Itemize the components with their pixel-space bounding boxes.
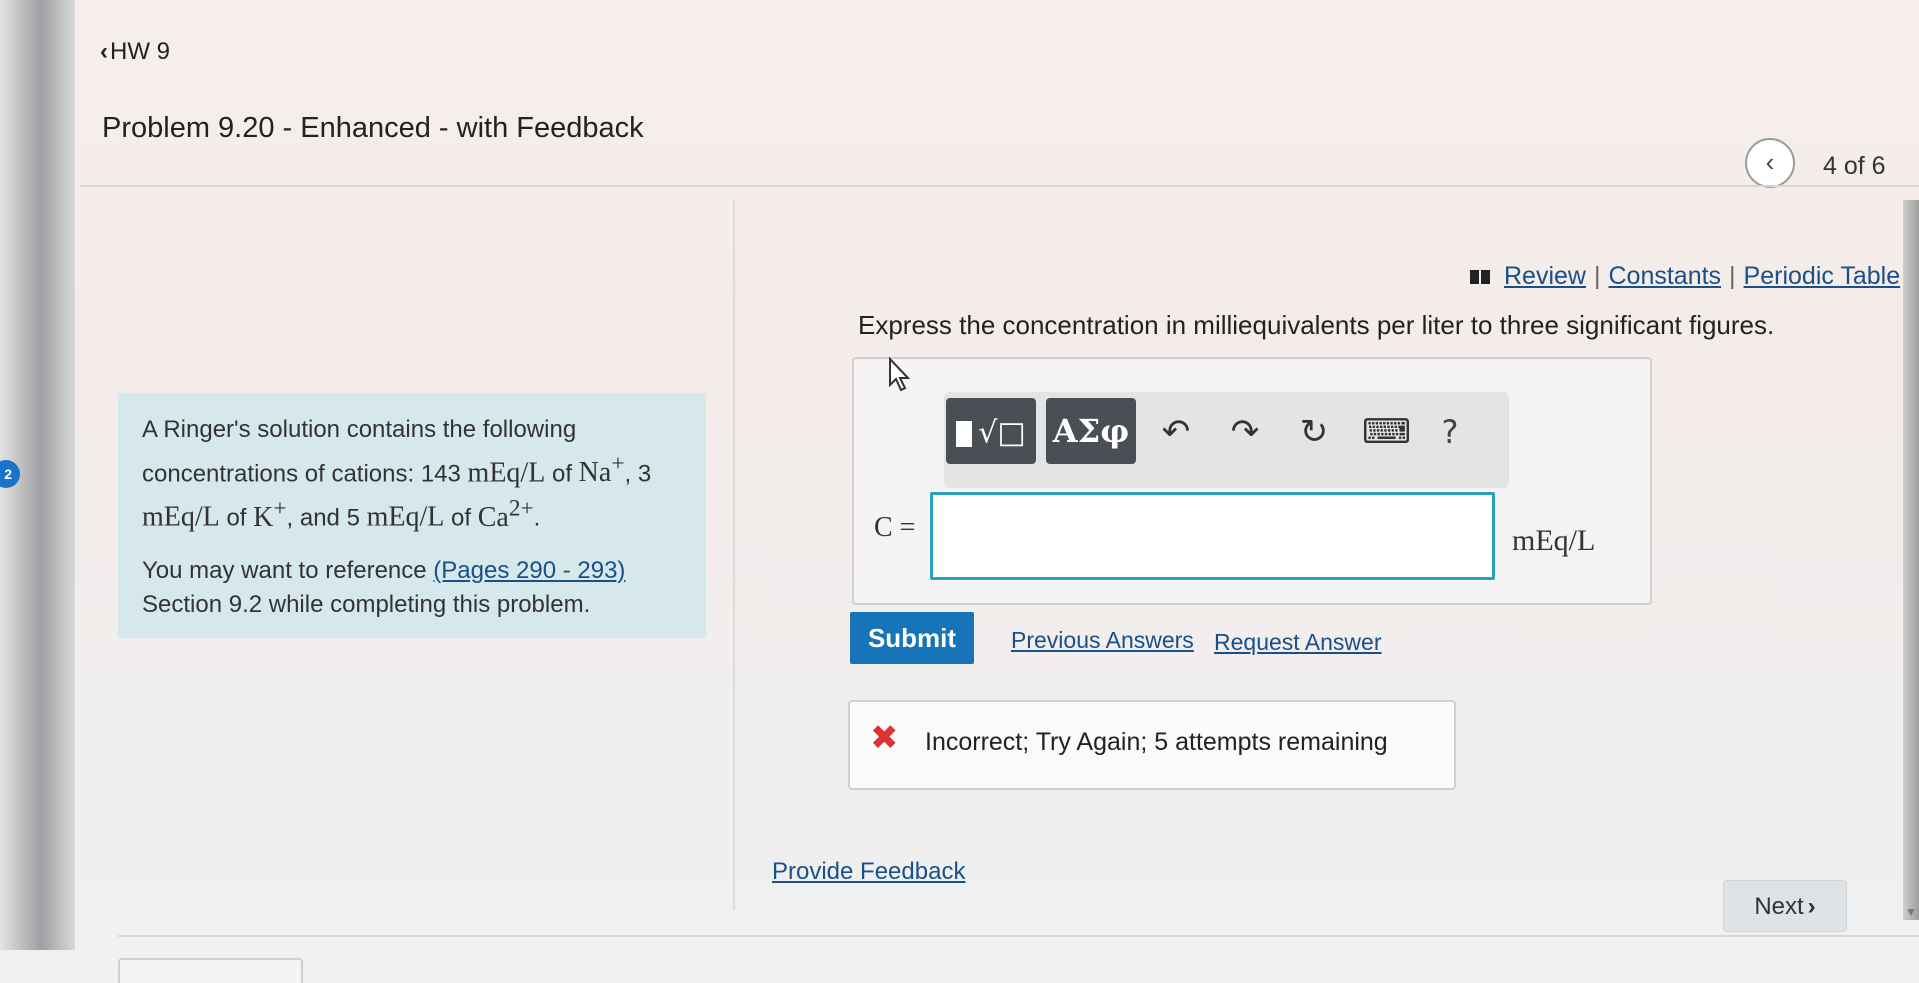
template-button[interactable]: √□ — [946, 398, 1036, 464]
book-icon — [1470, 270, 1490, 285]
mouse-cursor-icon — [889, 357, 911, 392]
reset-icon[interactable]: ↻ — [1294, 412, 1334, 452]
scroll-down-icon[interactable]: ▼ — [1903, 905, 1919, 921]
review-link[interactable]: Review — [1504, 262, 1586, 290]
keyboard-icon[interactable]: ⌨ — [1362, 412, 1411, 452]
submit-button[interactable]: Submit — [850, 612, 974, 664]
question-instruction: Express the concentration in milliequiva… — [858, 310, 1775, 340]
next-label: Next — [1754, 893, 1804, 920]
template-icon — [956, 420, 973, 447]
step-badge: 2 — [0, 460, 20, 488]
reference-note: You may want to reference (Pages 290 - 2… — [142, 556, 626, 618]
problem-statement: A Ringer's solution contains the followi… — [142, 416, 652, 533]
incorrect-x-icon: ✖ — [870, 718, 899, 758]
constants-link[interactable]: Constants — [1608, 262, 1721, 290]
problem-position: 4 of 6 — [1823, 152, 1886, 180]
next-button[interactable]: Next › — [1723, 880, 1847, 932]
greek-symbols-button[interactable]: ΑΣφ — [1046, 398, 1136, 464]
chevron-left-icon: ‹ — [100, 38, 108, 65]
undo-icon[interactable]: ↶ — [1156, 412, 1196, 452]
answer-unit: mEq/L — [1512, 524, 1596, 557]
pages-reference-link[interactable]: (Pages 290 - 293) — [433, 557, 625, 584]
panel-divider — [733, 200, 735, 910]
chevron-left-icon: ‹ — [1765, 147, 1775, 177]
redo-icon[interactable]: ↷ — [1225, 412, 1265, 452]
resource-links: Review | Constants | Periodic Table — [1470, 262, 1900, 291]
footer-divider — [118, 935, 1919, 937]
scrollbar[interactable] — [1903, 200, 1919, 920]
problem-title: Problem 9.20 - Enhanced - with Feedback — [102, 112, 644, 144]
back-label: HW 9 — [110, 38, 170, 65]
bottom-tab — [118, 958, 303, 983]
chevron-right-icon: › — [1807, 893, 1816, 920]
previous-problem-button[interactable]: ‹ — [1745, 138, 1795, 188]
left-rail: 2 — [0, 0, 75, 950]
help-button[interactable]: ? — [1430, 412, 1470, 452]
request-answer-link[interactable]: Request Answer — [1214, 629, 1381, 656]
feedback-status: Incorrect; Try Again; 5 attempts remaini… — [925, 728, 1388, 756]
periodic-table-link[interactable]: Periodic Table — [1744, 262, 1901, 290]
variable-label: C = — [874, 512, 916, 543]
provide-feedback-link[interactable]: Provide Feedback — [772, 858, 965, 886]
answer-input[interactable] — [930, 492, 1495, 580]
previous-answers-link[interactable]: Previous Answers — [1011, 627, 1194, 654]
problem-info-panel: A Ringer's solution contains the followi… — [118, 393, 706, 638]
header-divider — [80, 185, 1919, 187]
back-to-assignment-link[interactable]: ‹HW 9 — [100, 38, 170, 66]
